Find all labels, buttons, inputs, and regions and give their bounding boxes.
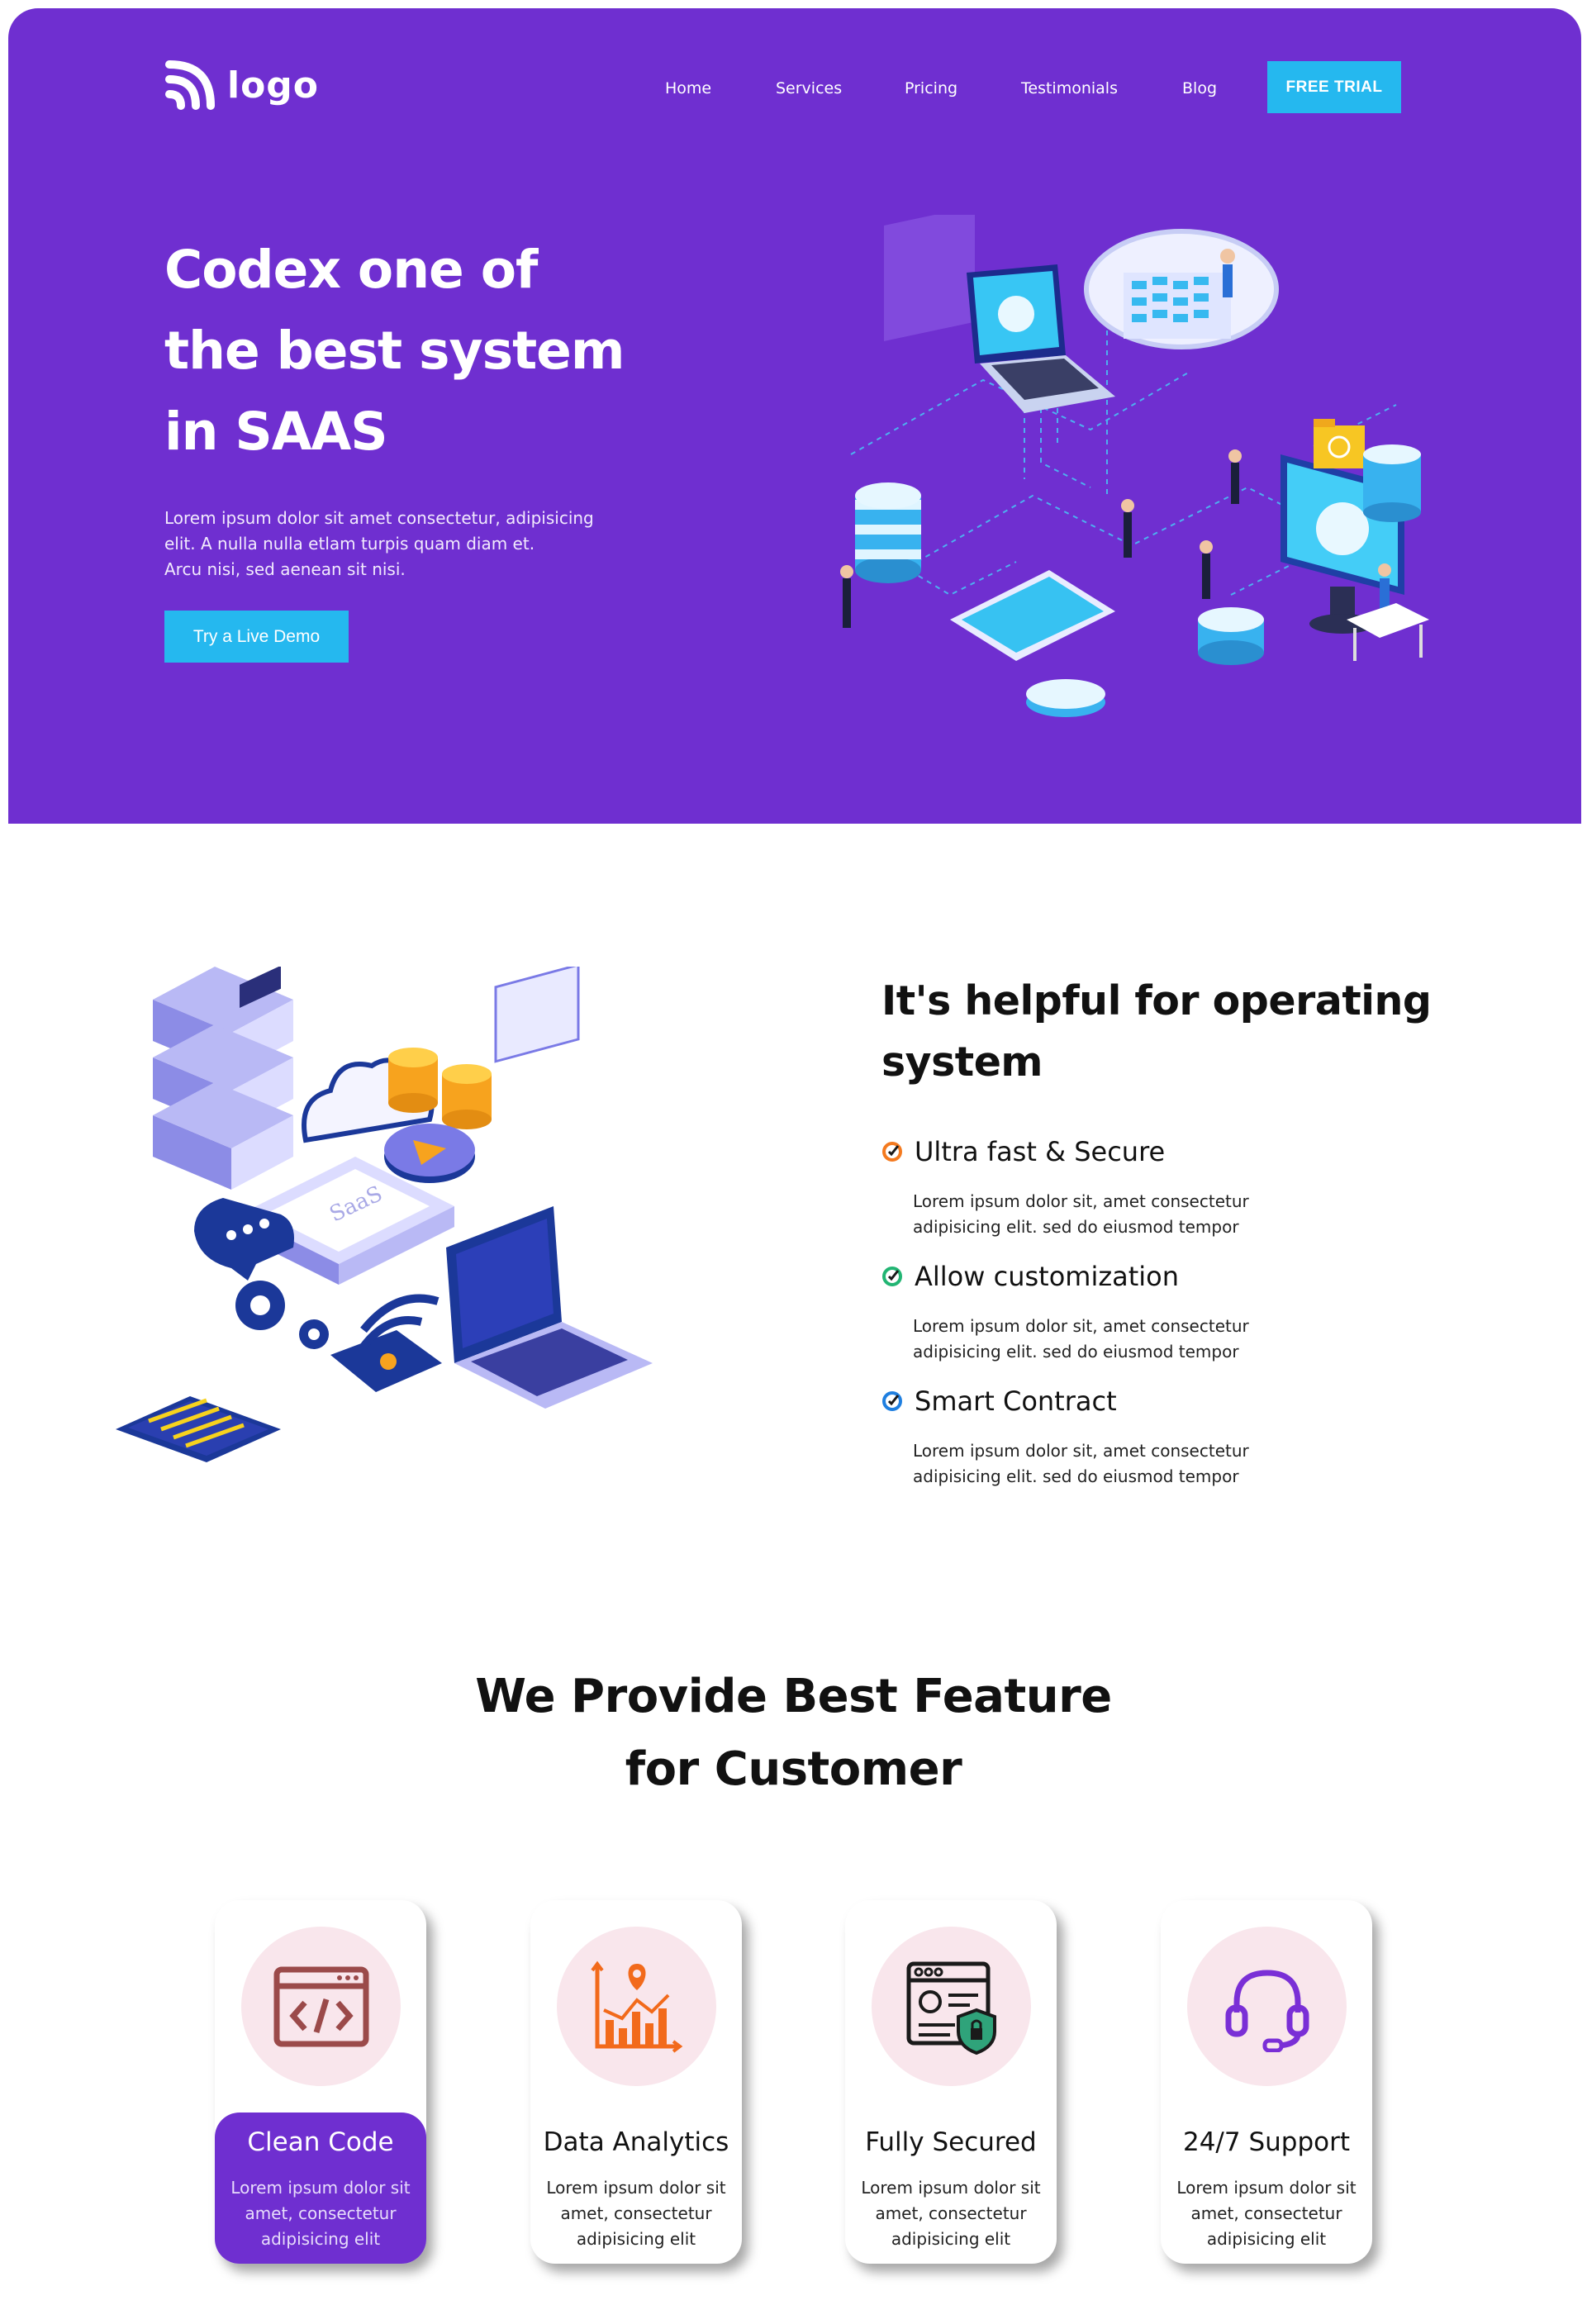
hero-description: Lorem ipsum dolor sit amet consectetur, … bbox=[164, 506, 677, 582]
nav-testimonials[interactable]: Testimonials bbox=[1021, 79, 1118, 97]
card-title: Data Analytics bbox=[543, 2127, 729, 2157]
hero-isometric-illustration bbox=[840, 215, 1429, 717]
card-icon-circle bbox=[241, 1927, 401, 2086]
hero-description-line: Lorem ipsum dolor sit amet consectetur, … bbox=[164, 508, 594, 528]
feature-item: Allow customization Lorem ipsum dolor si… bbox=[881, 1261, 1394, 1365]
card-text-line: adipisicing elit bbox=[1206, 2229, 1327, 2249]
card-text: Lorem ipsum dolor sit amet, consectetur … bbox=[530, 2175, 742, 2252]
card-text-line: adipisicing elit bbox=[260, 2229, 381, 2249]
hero-section: logo Home Services Pricing Testimonials … bbox=[8, 8, 1581, 824]
free-trial-button[interactable]: FREE TRIAL bbox=[1267, 61, 1401, 113]
nav-services[interactable]: Services bbox=[776, 79, 842, 97]
card-text-line: Lorem ipsum dolor sit bbox=[861, 2178, 1041, 2198]
features-title-line: for Customer bbox=[625, 1742, 962, 1796]
card-icon-circle bbox=[1187, 1927, 1347, 2086]
feature-item: Ultra fast & Secure Lorem ipsum dolor si… bbox=[881, 1136, 1394, 1240]
card-body: Clean Code Lorem ipsum dolor sit amet, c… bbox=[215, 2113, 426, 2264]
hero-title-line: in SAAS bbox=[164, 402, 388, 462]
card-title: Clean Code bbox=[247, 2127, 394, 2157]
feature-description-line: Lorem ipsum dolor sit, amet consectetur bbox=[913, 1191, 1249, 1211]
feature-card-fully-secured[interactable]: Fully Secured Lorem ipsum dolor sit amet… bbox=[845, 1900, 1057, 2264]
feature-header: Smart Contract bbox=[881, 1385, 1394, 1417]
feature-description-line: adipisicing elit. sed do eiusmod tempor bbox=[913, 1342, 1239, 1362]
card-body: Fully Secured Lorem ipsum dolor sit amet… bbox=[845, 2113, 1057, 2264]
nav-blog[interactable]: Blog bbox=[1182, 79, 1217, 97]
card-title: 24/7 Support bbox=[1182, 2127, 1350, 2157]
feature-description-line: Lorem ipsum dolor sit, amet consectetur bbox=[913, 1316, 1249, 1336]
hero-description-line: elit. A nulla nulla etlam turpis quam di… bbox=[164, 534, 535, 554]
hero-title: Codex one of the best system in SAAS bbox=[164, 230, 677, 473]
feature-description-line: Lorem ipsum dolor sit, amet consectetur bbox=[913, 1441, 1249, 1461]
feature-title: Allow customization bbox=[915, 1261, 1180, 1292]
live-demo-button[interactable]: Try a Live Demo bbox=[164, 611, 349, 663]
card-icon-circle bbox=[557, 1927, 716, 2086]
headset-icon bbox=[1225, 1969, 1309, 2052]
about-title-line: It's helpful for operating bbox=[881, 977, 1432, 1024]
feature-title: Smart Contract bbox=[915, 1385, 1117, 1417]
card-text-line: amet, consectetur bbox=[560, 2203, 712, 2223]
card-text-line: adipisicing elit bbox=[576, 2229, 696, 2249]
check-circle-blue-icon bbox=[882, 1391, 902, 1411]
hero-title-line: the best system bbox=[164, 321, 625, 381]
feature-description: Lorem ipsum dolor sit, amet consectetur … bbox=[913, 1314, 1342, 1365]
feature-item: Smart Contract Lorem ipsum dolor sit, am… bbox=[881, 1385, 1394, 1490]
card-icon-circle bbox=[872, 1927, 1031, 2086]
feature-card-support[interactable]: 24/7 Support Lorem ipsum dolor sit amet,… bbox=[1161, 1900, 1372, 2264]
card-body: Data Analytics Lorem ipsum dolor sit ame… bbox=[530, 2113, 742, 2264]
card-text-line: Lorem ipsum dolor sit bbox=[546, 2178, 726, 2198]
secure-profile-icon bbox=[906, 1961, 996, 2055]
card-text: Lorem ipsum dolor sit amet, consectetur … bbox=[215, 2175, 426, 2252]
card-text: Lorem ipsum dolor sit amet, consectetur … bbox=[1161, 2175, 1372, 2252]
feature-description-line: adipisicing elit. sed do eiusmod tempor bbox=[913, 1217, 1239, 1237]
card-text: Lorem ipsum dolor sit amet, consectetur … bbox=[845, 2175, 1057, 2252]
feature-description: Lorem ipsum dolor sit, amet consectetur … bbox=[913, 1189, 1342, 1240]
check-circle-green-icon bbox=[882, 1267, 902, 1286]
feature-header: Allow customization bbox=[881, 1261, 1394, 1292]
card-body: 24/7 Support Lorem ipsum dolor sit amet,… bbox=[1161, 2113, 1372, 2264]
about-title: It's helpful for operating system bbox=[881, 971, 1460, 1093]
card-title: Fully Secured bbox=[865, 2127, 1037, 2157]
card-text-line: Lorem ipsum dolor sit bbox=[1176, 2178, 1357, 2198]
nav-pricing[interactable]: Pricing bbox=[905, 79, 957, 97]
about-title-line: system bbox=[881, 1038, 1043, 1086]
features-section-title: We Provide Best Feature for Customer bbox=[0, 1661, 1587, 1806]
feature-card-clean-code[interactable]: Clean Code Lorem ipsum dolor sit amet, c… bbox=[215, 1900, 426, 2264]
hero-title-line: Codex one of bbox=[164, 240, 538, 300]
card-text-line: amet, consectetur bbox=[875, 2203, 1027, 2223]
features-title-line: We Provide Best Feature bbox=[475, 1670, 1112, 1723]
feature-card-data-analytics[interactable]: Data Analytics Lorem ipsum dolor sit ame… bbox=[530, 1900, 742, 2264]
card-text-line: amet, consectetur bbox=[1190, 2203, 1342, 2223]
bar-chart-icon bbox=[590, 1960, 682, 2053]
feature-header: Ultra fast & Secure bbox=[881, 1136, 1394, 1167]
saas-isometric-illustration: SaaS bbox=[116, 967, 653, 1462]
card-text-line: amet, consectetur bbox=[245, 2203, 397, 2223]
nav-home[interactable]: Home bbox=[665, 79, 711, 97]
hero-description-line: Arcu nisi, sed aenean sit nisi. bbox=[164, 559, 406, 579]
card-text-line: adipisicing elit bbox=[891, 2229, 1011, 2249]
code-window-icon bbox=[273, 1966, 368, 2046]
check-circle-orange-icon bbox=[882, 1142, 902, 1162]
feature-description: Lorem ipsum dolor sit, amet consectetur … bbox=[913, 1438, 1342, 1490]
feature-title: Ultra fast & Secure bbox=[915, 1136, 1166, 1167]
card-text-line: Lorem ipsum dolor sit bbox=[230, 2178, 411, 2198]
feature-description-line: adipisicing elit. sed do eiusmod tempor bbox=[913, 1466, 1239, 1486]
